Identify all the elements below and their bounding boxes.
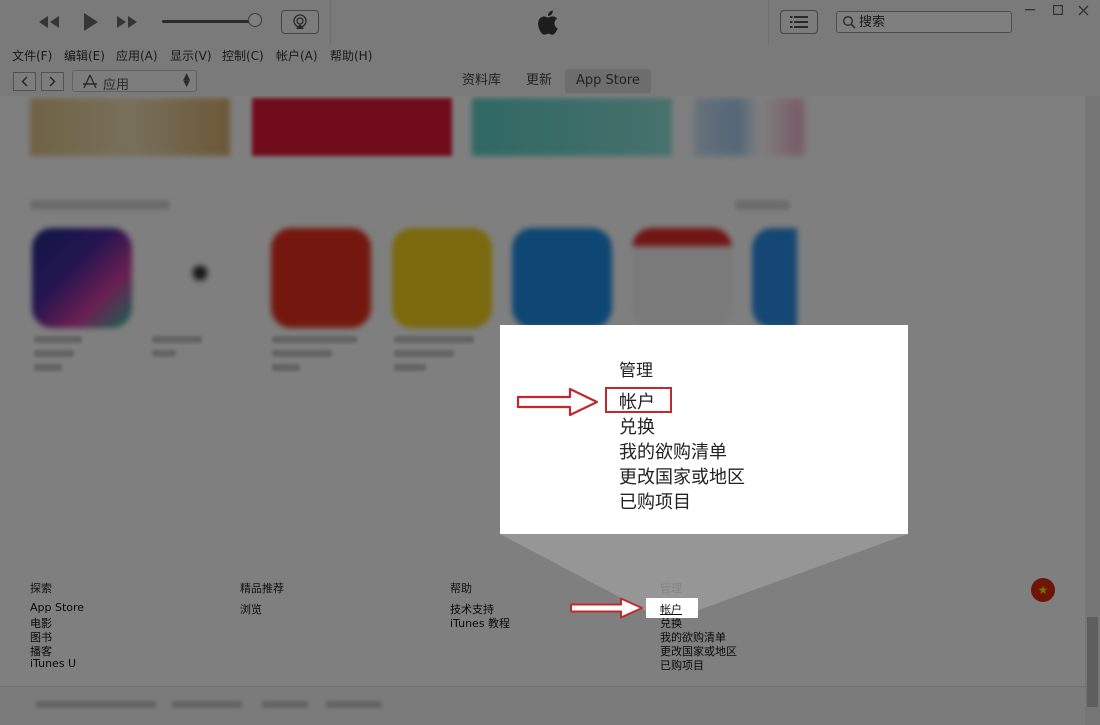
arrow-right-small-icon <box>570 597 643 619</box>
callout-item-wishlist[interactable]: 我的欲购清单 <box>619 438 727 464</box>
arrow-right-icon <box>516 387 599 417</box>
callout-item-change-country[interactable]: 更改国家或地区 <box>619 463 745 489</box>
callout-title: 管理 <box>619 361 653 381</box>
footer-account-link-focused[interactable]: 帐户 <box>660 601 682 617</box>
callout-item-account[interactable]: 帐户 <box>619 388 655 414</box>
callout-item-purchased[interactable]: 已购项目 <box>619 488 691 514</box>
zoom-callout: 管理 帐户 兑换 我的欲购清单 更改国家或地区 已购项目 <box>500 325 908 534</box>
callout-item-redeem[interactable]: 兑换 <box>619 413 655 439</box>
